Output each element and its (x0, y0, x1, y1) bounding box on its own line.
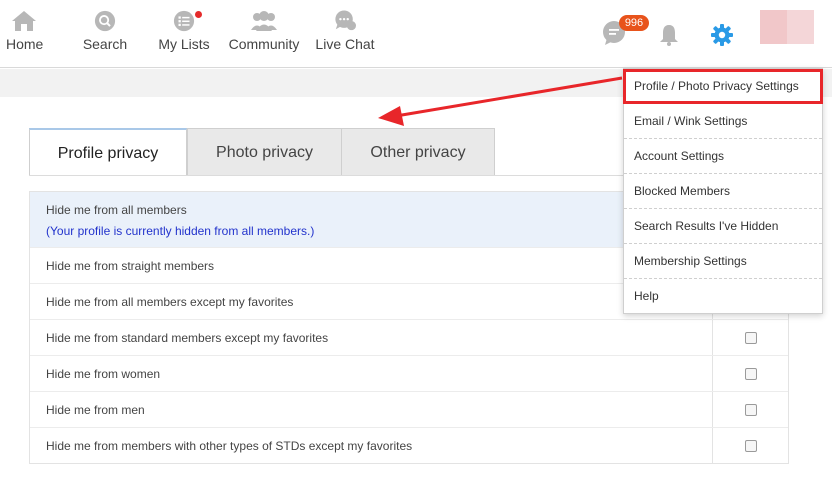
search-icon (94, 10, 116, 32)
menu-item-hidden-search-results[interactable]: Search Results I've Hidden (624, 209, 822, 244)
privacy-row: Hide me from women (30, 355, 788, 391)
privacy-row-cell (712, 428, 789, 463)
bell-icon[interactable] (659, 24, 679, 46)
privacy-row-label: Hide me from standard members except my … (46, 331, 329, 345)
privacy-row-label: Hide me from members with other types of… (46, 439, 413, 453)
people-icon (251, 11, 277, 31)
top-navigation-bar: Home Search My Lists Community Live Chat… (0, 0, 832, 68)
menu-item-membership-settings[interactable]: Membership Settings (624, 244, 822, 279)
menu-item-email-wink-settings[interactable]: Email / Wink Settings (624, 104, 822, 139)
privacy-checkbox[interactable] (745, 368, 757, 380)
nav-live-chat-label: Live Chat (315, 36, 375, 52)
privacy-checkbox[interactable] (745, 404, 757, 416)
nav-my-lists-label: My Lists (158, 36, 210, 52)
nav-live-chat[interactable]: Live Chat (314, 10, 376, 52)
nav-community[interactable]: Community (228, 10, 300, 52)
tab-profile-privacy[interactable]: Profile privacy (29, 128, 187, 176)
privacy-row: Hide me from standard members except my … (30, 319, 788, 355)
privacy-row: Hide me from men (30, 391, 788, 427)
menu-item-profile-photo-privacy[interactable]: Profile / Photo Privacy Settings (623, 69, 823, 104)
privacy-checkbox[interactable] (745, 332, 757, 344)
privacy-checkbox[interactable] (745, 440, 757, 452)
menu-item-account-settings[interactable]: Account Settings (624, 139, 822, 174)
new-item-dot (195, 11, 202, 18)
user-avatar[interactable] (760, 10, 814, 44)
privacy-row-cell (712, 320, 789, 355)
nav-search-label: Search (82, 36, 128, 52)
home-icon (12, 11, 36, 31)
privacy-row-label: Hide me from all members except my favor… (46, 295, 294, 309)
menu-item-help[interactable]: Help (624, 279, 822, 314)
nav-home[interactable]: Home (6, 10, 44, 52)
settings-dropdown-menu: Profile / Photo Privacy Settings Email /… (623, 68, 823, 314)
nav-search[interactable]: Search (82, 10, 128, 52)
menu-item-blocked-members[interactable]: Blocked Members (624, 174, 822, 209)
privacy-row-label: Hide me from all members (46, 203, 187, 217)
chat-bubbles-icon (335, 10, 356, 31)
message-count-badge: 996 (619, 15, 649, 31)
tab-photo-privacy[interactable]: Photo privacy (187, 128, 342, 176)
nav-home-label: Home (6, 36, 44, 52)
privacy-row: Hide me from members with other types of… (30, 427, 788, 463)
privacy-row-label: Hide me from men (46, 403, 145, 417)
nav-community-label: Community (228, 36, 300, 52)
gear-icon[interactable] (711, 24, 733, 46)
privacy-row-label: Hide me from straight members (46, 259, 215, 273)
tab-other-privacy[interactable]: Other privacy (341, 128, 495, 176)
privacy-row-cell (712, 356, 789, 391)
list-icon (173, 10, 195, 32)
nav-my-lists[interactable]: My Lists (158, 10, 210, 52)
privacy-row-cell (712, 392, 789, 427)
privacy-row-label: Hide me from women (46, 367, 161, 381)
hidden-status-note: (Your profile is currently hidden from a… (46, 224, 315, 238)
